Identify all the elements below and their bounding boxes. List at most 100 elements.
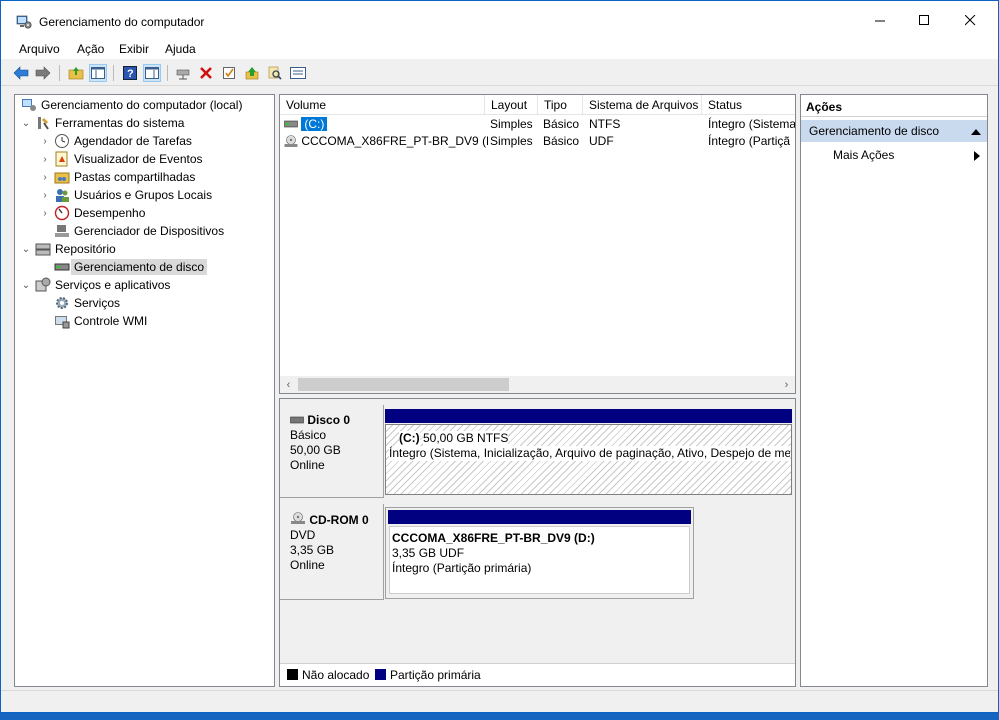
close-button[interactable] xyxy=(947,1,993,39)
tree-item-label: Visualizador de Eventos xyxy=(74,152,203,166)
layout-cell: Simples xyxy=(490,117,533,131)
tree-item-task-scheduler[interactable]: › Agendador de Tarefas xyxy=(38,132,192,150)
maximize-icon xyxy=(918,14,929,25)
forward-button[interactable] xyxy=(34,64,52,82)
tree-item-root[interactable]: Gerenciamento do computador (local) xyxy=(21,96,242,114)
chevron-down-icon[interactable]: ⌄ xyxy=(19,280,33,291)
chevron-down-icon[interactable]: ⌄ xyxy=(19,118,33,129)
tree-item-device-manager[interactable]: Gerenciador de Dispositivos xyxy=(52,222,224,240)
chevron-right-icon[interactable]: › xyxy=(38,172,52,183)
chevron-right-icon[interactable]: › xyxy=(38,190,52,201)
partition-d-bar xyxy=(388,510,691,524)
up-folder-button[interactable] xyxy=(67,64,85,82)
action-pane-icon xyxy=(145,67,159,79)
column-header-tipo[interactable]: Tipo xyxy=(538,95,583,115)
tree-item-services-apps[interactable]: ⌄ Serviços e aplicativos xyxy=(19,276,170,294)
tree-item-label: Serviços xyxy=(74,296,121,310)
cdrom-0-type: DVD xyxy=(290,528,316,542)
title-bar[interactable]: Gerenciamento do computador xyxy=(1,1,998,39)
show-hide-tree-button[interactable] xyxy=(89,64,107,82)
disk-0-label[interactable]: Disco 0 Básico 50,00 GB Online xyxy=(280,405,384,498)
partition-c[interactable]: (C:) 50,00 GB NTFS Íntegro (Sistema, Ini… xyxy=(385,409,792,495)
check-button[interactable] xyxy=(220,64,238,82)
window-title: Gerenciamento do computador xyxy=(39,15,205,29)
tipo-cell: Básico xyxy=(543,134,580,148)
legend-primary: Partição primária xyxy=(390,668,481,682)
actions-title: Ações xyxy=(801,95,987,117)
tree-item-label: Gerenciamento do computador (local) xyxy=(41,98,243,112)
column-header-volume[interactable]: Volume xyxy=(280,95,485,115)
menu-ajuda[interactable]: Ajuda xyxy=(165,42,196,56)
column-header-layout[interactable]: Layout xyxy=(485,95,538,115)
actions-pane: Ações Gerenciamento de disco Mais Ações xyxy=(800,94,988,687)
tree-item-performance[interactable]: › Desempenho xyxy=(38,204,145,222)
partition-c-size: 50,00 GB NTFS xyxy=(423,431,509,446)
horizontal-scrollbar[interactable]: ‹ › xyxy=(280,376,795,393)
svg-text:?: ? xyxy=(127,68,134,80)
console-tree-icon xyxy=(91,67,105,79)
tree-item-event-viewer[interactable]: › Visualizador de Eventos xyxy=(38,150,203,168)
tree-item-label: Ferramentas do sistema xyxy=(55,116,185,130)
chevron-down-icon[interactable]: ⌄ xyxy=(19,244,33,255)
help-button[interactable]: ? xyxy=(121,64,139,82)
toolbar-separator xyxy=(59,65,60,81)
partition-c-status: Íntegro (Sistema, Inicialização, Arquivo… xyxy=(389,446,790,461)
tree-item-label: Pastas compartilhadas xyxy=(74,170,196,184)
hard-disk-icon xyxy=(290,416,304,424)
column-header-sistema[interactable]: Sistema de Arquivos xyxy=(583,95,702,115)
fs-cell: UDF xyxy=(589,134,614,148)
export-button[interactable] xyxy=(243,64,261,82)
tree-item-local-users[interactable]: › Usuários e Grupos Locais xyxy=(38,186,212,204)
menu-exibir[interactable]: Exibir xyxy=(119,42,149,56)
scroll-right-icon[interactable]: › xyxy=(778,376,795,393)
tree-item-wmi[interactable]: Controle WMI xyxy=(52,312,147,330)
delete-icon xyxy=(200,67,212,79)
tree-item-label: Gerenciador de Dispositivos xyxy=(74,224,225,238)
connect-button[interactable] xyxy=(174,64,192,82)
properties-button[interactable] xyxy=(289,64,307,82)
column-header-status[interactable]: Status xyxy=(702,95,795,115)
scroll-thumb[interactable] xyxy=(298,378,509,391)
event-viewer-icon xyxy=(54,151,70,167)
checklist-icon xyxy=(223,67,235,79)
show-action-pane-button[interactable] xyxy=(143,64,161,82)
actions-section-disk-management[interactable]: Gerenciamento de disco xyxy=(801,120,987,142)
drive-icon xyxy=(284,120,298,128)
toolbar-separator xyxy=(113,65,114,81)
minimize-button[interactable] xyxy=(857,1,903,39)
computer-management-icon xyxy=(21,97,37,113)
toolbar: ? xyxy=(1,61,998,86)
chevron-right-icon[interactable]: › xyxy=(38,154,52,165)
tree-item-system-tools[interactable]: ⌄ Ferramentas do sistema xyxy=(19,114,185,132)
delete-button[interactable] xyxy=(197,64,215,82)
scroll-left-icon[interactable]: ‹ xyxy=(280,376,297,393)
back-button[interactable] xyxy=(12,64,30,82)
collapse-up-icon[interactable] xyxy=(971,128,981,135)
tree-item-disk-management[interactable]: Gerenciamento de disco xyxy=(52,258,208,276)
app-window: Gerenciamento do computador Arquivo Ação… xyxy=(0,0,999,713)
users-icon xyxy=(54,187,70,203)
tree-item-label: Desempenho xyxy=(74,206,146,220)
chevron-right-icon[interactable]: › xyxy=(38,136,52,147)
menu-arquivo[interactable]: Arquivo xyxy=(19,42,60,56)
tree-item-services[interactable]: Serviços xyxy=(52,294,120,312)
gear-icon xyxy=(54,295,70,311)
legend-swatch-primary xyxy=(375,669,386,680)
partition-c-bar xyxy=(385,409,792,423)
tree-item-storage[interactable]: ⌄ Repositório xyxy=(19,240,116,258)
shared-folder-icon xyxy=(54,169,70,185)
cdrom-0-name-row: CD-ROM 0 xyxy=(290,512,383,528)
search-button[interactable] xyxy=(266,64,284,82)
menu-acao[interactable]: Ação xyxy=(77,42,104,56)
partition-d[interactable]: CCCOMA_X86FRE_PT-BR_DV9 (D:) 3,35 GB UDF… xyxy=(385,507,694,599)
more-actions-item[interactable]: Mais Ações xyxy=(833,148,894,162)
clock-icon xyxy=(54,133,70,149)
more-actions-label: Mais Ações xyxy=(833,148,895,162)
cdrom-0-label[interactable]: CD-ROM 0 DVD 3,35 GB Online xyxy=(280,504,384,600)
partition-d-size: 3,35 GB UDF xyxy=(392,546,465,560)
maximize-button[interactable] xyxy=(901,1,947,39)
tree-item-shared-folders[interactable]: › Pastas compartilhadas xyxy=(38,168,195,186)
wmi-control-icon xyxy=(54,313,70,329)
legend-swatch-unallocated xyxy=(287,669,298,680)
chevron-right-icon[interactable]: › xyxy=(38,208,52,219)
